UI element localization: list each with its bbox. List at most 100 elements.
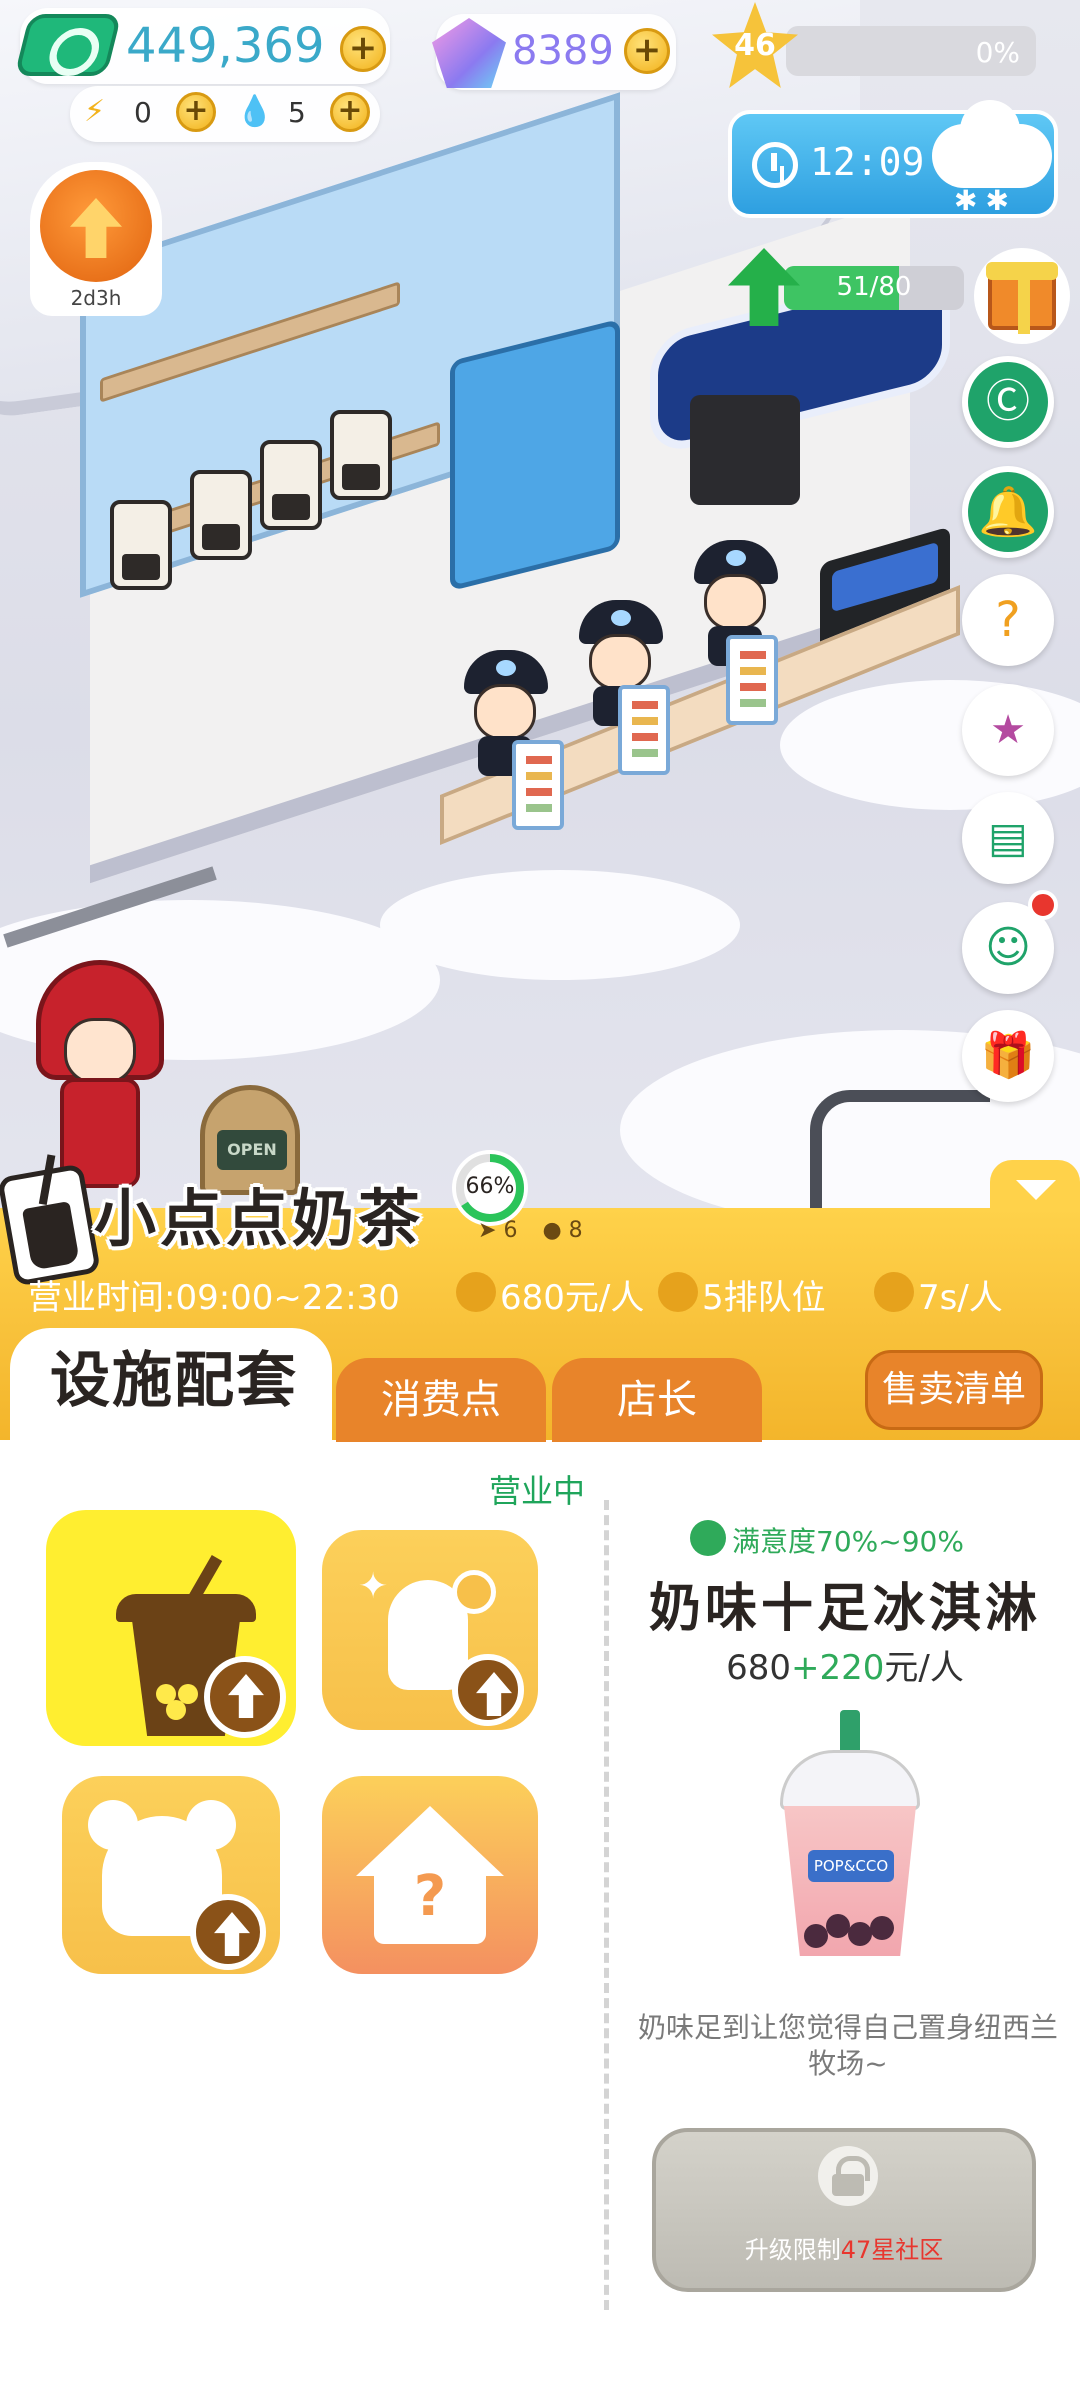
cup-lid — [116, 1594, 256, 1622]
staff-face — [474, 684, 536, 740]
cup-boba — [804, 1906, 896, 1952]
business-hours: 营业时间:09:00~22:30 — [28, 1278, 400, 1318]
weather-panel[interactable]: 12:09 ✱✱ — [728, 100, 1058, 218]
shop-info-row: 营业时间:09:00~22:30 680元/人 5排队位 7s/人 — [28, 1270, 1068, 1318]
add-water-button[interactable]: + — [330, 92, 370, 132]
product-description: 奶味足到让您觉得自己置身纽西兰牧场~ — [637, 2011, 1058, 2080]
smile-icon — [690, 1520, 726, 1556]
star-progress-text: 0% — [975, 36, 1020, 69]
cloud-icon — [932, 100, 1052, 188]
mystery-box-button[interactable]: ? — [962, 574, 1054, 666]
price-bonus: +220 — [791, 1648, 885, 1688]
weather-time: 12:09 — [810, 140, 925, 184]
notes-icon: ▤ — [988, 813, 1028, 862]
panel-divider — [604, 1500, 609, 2310]
lock-requirement: 升级限制47星社区 — [656, 2230, 1032, 2265]
bench — [810, 1090, 990, 1220]
price-base: 680 — [726, 1648, 792, 1688]
clock-icon — [752, 142, 798, 188]
coin-stack-icon — [456, 1272, 496, 1312]
boba-pearl — [848, 1922, 872, 1946]
star-book-icon: ★ — [990, 707, 1026, 753]
serve-time: 7s/人 — [918, 1278, 1003, 1318]
shop-name: 小点点奶茶 — [94, 1182, 425, 1255]
ice-cream-machine[interactable] — [450, 318, 620, 592]
upgrade-timer: 2d3h — [70, 286, 122, 310]
product-name: 奶味十足冰淇淋 — [648, 1579, 1041, 1639]
tab-manager[interactable]: 店长 — [552, 1358, 762, 1442]
mini-drop-value: 8 — [568, 1218, 583, 1243]
star-progress-bar: 0% — [786, 26, 1036, 76]
shop-level-text: 51/80 — [836, 272, 912, 302]
tea-tank — [110, 500, 172, 590]
sell-list-button[interactable]: 售卖清单 — [865, 1350, 1043, 1430]
menu-stand — [618, 685, 670, 775]
staff-face — [589, 634, 651, 690]
satisfaction-text: 满意度70%~90% — [732, 1525, 964, 1558]
notifications-button[interactable]: 🔔 — [962, 466, 1054, 558]
boba-pearl — [870, 1916, 894, 1940]
cup-dome-lid — [780, 1750, 920, 1810]
boba-pearl — [826, 1914, 850, 1938]
facility-tile-mystery-house[interactable]: ? — [322, 1776, 538, 1974]
mystery-box-icon: ? — [995, 592, 1021, 648]
upgrade-circle — [40, 170, 152, 282]
question-mark-icon: ? — [413, 1864, 447, 1929]
chat-button[interactable]: Ⓒ — [962, 356, 1054, 448]
upgrade-badge-icon — [452, 1654, 524, 1726]
upgrade-badge-icon — [190, 1894, 266, 1970]
energy-amount: 0 — [134, 96, 152, 129]
lock-prefix: 升级限制 — [744, 2236, 841, 2264]
chat-icon: Ⓒ — [986, 376, 1030, 427]
facility-tile-milk-tea[interactable] — [46, 1510, 296, 1746]
clock-icon — [452, 1570, 496, 1614]
collection-book-button[interactable]: ★ — [962, 684, 1054, 776]
present-button[interactable]: 🎁 — [962, 1010, 1054, 1102]
shop-progress-text: 66% — [465, 1174, 515, 1199]
coffee-machine[interactable] — [690, 395, 800, 505]
facility-tile-mascot[interactable] — [62, 1776, 280, 1974]
mini-arrow-icon: ➤ — [478, 1218, 497, 1243]
star-level: 46 — [734, 28, 776, 63]
tab-facilities-label: 设施配套 — [50, 1346, 298, 1416]
energy-icon: ⚡ — [84, 94, 106, 129]
snow-pile — [380, 870, 740, 980]
product-image: POP&CCO — [770, 1710, 930, 1970]
mini-arrow-value: 6 — [503, 1218, 518, 1243]
locked-upgrade-button[interactable]: 升级限制47星社区 — [652, 2128, 1036, 2292]
notes-button[interactable]: ▤ — [962, 792, 1054, 884]
sparkle-icon: ✦ — [358, 1566, 389, 1607]
gift-button[interactable] — [974, 248, 1070, 344]
tab-consumption[interactable]: 消费点 — [336, 1358, 546, 1442]
shop-level-bar: 51/80 — [784, 266, 964, 310]
building-upgrade-button[interactable]: 2d3h — [30, 162, 162, 316]
water-drop-icon: 💧 — [236, 94, 274, 129]
water-amount: 5 — [288, 96, 306, 129]
pearl — [166, 1700, 186, 1720]
price-per-person: 680元/人 — [500, 1278, 645, 1318]
staff-face — [704, 574, 766, 630]
lock-icon — [818, 2146, 878, 2206]
facility-tile-staff-speed[interactable]: ✦ — [322, 1530, 538, 1730]
boba-pearl — [804, 1924, 828, 1948]
lock-requirement-highlight: 47星社区 — [840, 2236, 944, 2264]
mascot-ear — [88, 1800, 138, 1850]
gift-icon — [986, 262, 1058, 334]
mini-drop-icon: ● — [542, 1218, 562, 1243]
tea-tank — [190, 470, 252, 560]
add-energy-button[interactable]: + — [176, 92, 216, 132]
tea-tank — [330, 410, 392, 500]
opera-face — [64, 1018, 136, 1084]
menu-stand — [726, 635, 778, 725]
add-coins-button[interactable]: + — [340, 26, 386, 72]
coin-amount: 449,369 — [126, 18, 325, 74]
shop-level-progress[interactable]: 51/80 — [728, 248, 968, 326]
product-price: 680+220元/人 — [620, 1640, 1070, 1689]
mascot-ear — [186, 1800, 236, 1850]
gem-amount: 8389 — [512, 28, 614, 74]
snowflake-icon: ✱✱ — [954, 184, 1017, 217]
clock-icon — [874, 1272, 914, 1312]
queue-slots: 5排队位 — [702, 1278, 826, 1318]
price-unit: 元/人 — [884, 1648, 964, 1688]
add-gems-button[interactable]: + — [624, 28, 670, 74]
